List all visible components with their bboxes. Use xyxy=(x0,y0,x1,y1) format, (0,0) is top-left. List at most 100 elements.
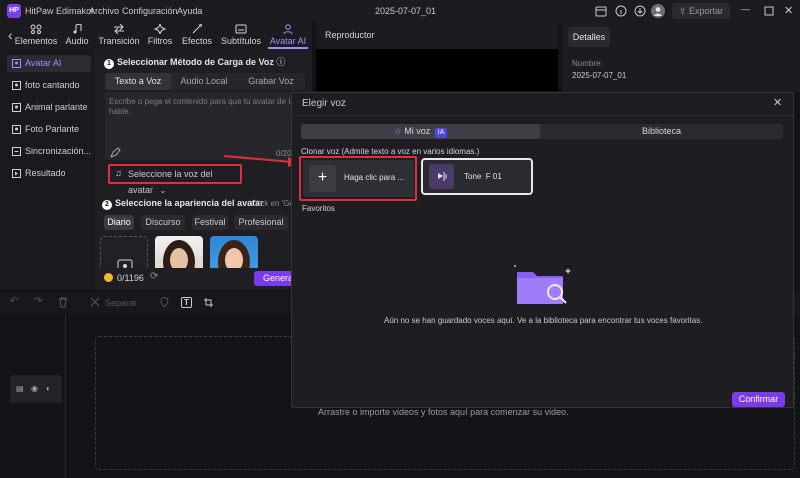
category-diario[interactable]: Diario xyxy=(104,215,134,230)
export-label: Exportar xyxy=(689,6,724,16)
back-icon[interactable]: ‹ xyxy=(8,27,13,43)
redo-icon[interactable]: ↷ xyxy=(34,296,42,307)
ia-badge: IA xyxy=(434,128,448,138)
menu-configuracion[interactable]: Configuración xyxy=(122,6,178,16)
tool-subtitulos[interactable]: Subtítulos xyxy=(218,23,264,48)
lock-track-icon[interactable]: ▤ xyxy=(16,384,24,393)
tab-biblioteca[interactable]: Biblioteca xyxy=(540,124,783,139)
step-title-text: Seleccionar Método de Carga de Voz xyxy=(117,57,274,67)
coin-icon xyxy=(104,273,113,282)
tab-audio-local[interactable]: Audio Local xyxy=(171,73,237,90)
calendar-icon[interactable] xyxy=(595,5,607,17)
close-dialog-icon[interactable]: ✕ xyxy=(773,96,782,109)
tool-label: Subtítulos xyxy=(220,36,262,46)
sidebar-item-foto-cantando[interactable]: foto cantando xyxy=(7,77,91,94)
sidebar-item-avatar-ai[interactable]: Avatar AI xyxy=(7,55,91,72)
voice-icon: ♫ xyxy=(115,168,122,178)
voice-method-tabs: Texto a Voz Audio Local Grabar Voz xyxy=(105,73,305,90)
tool-avatar-ai[interactable]: Avatar AI xyxy=(265,23,311,48)
text-tool-icon[interactable]: T xyxy=(181,297,192,308)
textarea-placeholder: Escribe o pega el contenido para que tu … xyxy=(109,97,296,116)
voice-tabs: ☆ Mi voz IA Biblioteca xyxy=(301,124,783,139)
avatar-icon xyxy=(12,59,21,68)
help-icon[interactable]: ⓘ xyxy=(276,57,285,67)
step-number: 2 xyxy=(102,200,112,210)
sidebar-item-resultado[interactable]: Resultado xyxy=(7,165,91,182)
tool-label: Transición xyxy=(98,36,140,46)
tool-efectos[interactable]: Efectos xyxy=(178,23,216,48)
sidebar-item-label: Sincronización... xyxy=(25,146,92,156)
sidebar-item-animal-parlante[interactable]: Animal parlante xyxy=(7,99,91,116)
voice-card-tone[interactable]: Tone F 01 xyxy=(421,158,533,195)
voice-avatar xyxy=(429,164,454,189)
tool-label: Audio xyxy=(65,36,89,46)
crop-icon[interactable] xyxy=(203,297,214,308)
info-icon[interactable] xyxy=(615,5,627,17)
tool-label: Efectos xyxy=(181,36,212,46)
choose-voice-dialog xyxy=(291,92,794,408)
avatar-ai-icon xyxy=(283,24,293,34)
tool-filtros[interactable]: Filtros xyxy=(141,23,179,48)
step2-hint: Click en 'Ge xyxy=(251,199,291,208)
player-preview xyxy=(316,49,558,91)
tool-elementos[interactable]: Elementos xyxy=(13,23,59,48)
sidebar-item-label: foto cantando xyxy=(25,80,80,90)
highlight-box xyxy=(299,156,417,201)
tab-grabar-voz[interactable]: Grabar Voz xyxy=(237,73,305,90)
annotation-arrow xyxy=(223,155,300,167)
step-number: 1 xyxy=(104,59,114,69)
tool-label: Elementos xyxy=(14,36,58,46)
sidebar-item-foto-parlante[interactable]: Foto Parlante xyxy=(7,121,91,138)
tab-texto-a-voz[interactable]: Texto a Voz xyxy=(105,73,171,90)
tool-transicion[interactable]: Transición xyxy=(97,23,141,48)
close-window-icon[interactable]: ✕ xyxy=(784,4,793,17)
app-name: HitPaw Edimakor xyxy=(25,6,95,16)
confirm-button[interactable]: Confirmar xyxy=(732,392,785,407)
elements-icon xyxy=(30,24,42,34)
avatar[interactable] xyxy=(651,4,665,18)
filter-sparkle-icon xyxy=(154,24,166,34)
category-discurso[interactable]: Discurso xyxy=(141,215,185,230)
details-name-label: Nombre: xyxy=(572,59,603,68)
favorites-label: Favoritos xyxy=(302,204,335,213)
dialog-title: Elegir voz xyxy=(302,98,346,109)
sidebar-item-sincronizacion[interactable]: Sincronización... xyxy=(7,143,91,160)
step2-title: 2 Seleccione la apariencia del avatar xyxy=(102,198,264,210)
ai-write-icon[interactable] xyxy=(110,147,121,158)
refresh-icon[interactable]: ⟳ xyxy=(150,271,158,282)
empty-state-message: Aún no se han guardado voces aquí. Ve a … xyxy=(384,316,703,325)
result-icon xyxy=(12,169,21,178)
project-title: 2025-07-07_01 xyxy=(375,6,437,16)
tool-audio[interactable]: Audio xyxy=(58,23,96,48)
sidebar-item-label: Foto Parlante xyxy=(25,124,80,134)
category-profesional[interactable]: Profesional xyxy=(234,215,288,230)
marker-icon[interactable] xyxy=(160,297,169,308)
timeline-divider xyxy=(65,314,66,478)
drop-hint: Arrastre o importe videos y fotos aquí p… xyxy=(318,407,569,417)
details-name-value: 2025-07-07_01 xyxy=(572,71,627,80)
animal-icon xyxy=(12,103,21,112)
mute-icon[interactable]: ◐ xyxy=(46,384,51,393)
generate-button[interactable]: Generar xyxy=(254,271,296,286)
dialog-divider xyxy=(292,115,793,116)
delete-icon[interactable] xyxy=(58,297,68,308)
chevron-down-icon: ⌄ xyxy=(159,186,167,195)
menu-archivo[interactable]: Archivo xyxy=(89,6,119,16)
sidebar-item-label: Animal parlante xyxy=(25,102,88,112)
talking-photo-icon xyxy=(12,125,21,134)
split-icon[interactable] xyxy=(90,297,100,307)
download-icon[interactable] xyxy=(634,5,646,17)
minimize-icon[interactable]: — xyxy=(741,4,750,14)
menu-ayuda[interactable]: Ayuda xyxy=(177,6,202,16)
export-button[interactable]: ⇪ Exportar xyxy=(672,3,730,19)
visibility-icon[interactable]: ◉ xyxy=(31,384,38,393)
category-festival[interactable]: Festival xyxy=(192,215,228,230)
tab-detalles[interactable]: Detalles xyxy=(568,27,610,47)
app-logo-icon: HP xyxy=(7,4,21,18)
transition-icon xyxy=(114,24,124,34)
split-label: Separar xyxy=(105,298,138,308)
undo-icon[interactable]: ↶ xyxy=(10,296,18,307)
subtitles-icon xyxy=(235,24,247,34)
tab-mi-voz[interactable]: ☆ Mi voz IA xyxy=(301,124,540,139)
maximize-icon[interactable] xyxy=(763,5,775,17)
